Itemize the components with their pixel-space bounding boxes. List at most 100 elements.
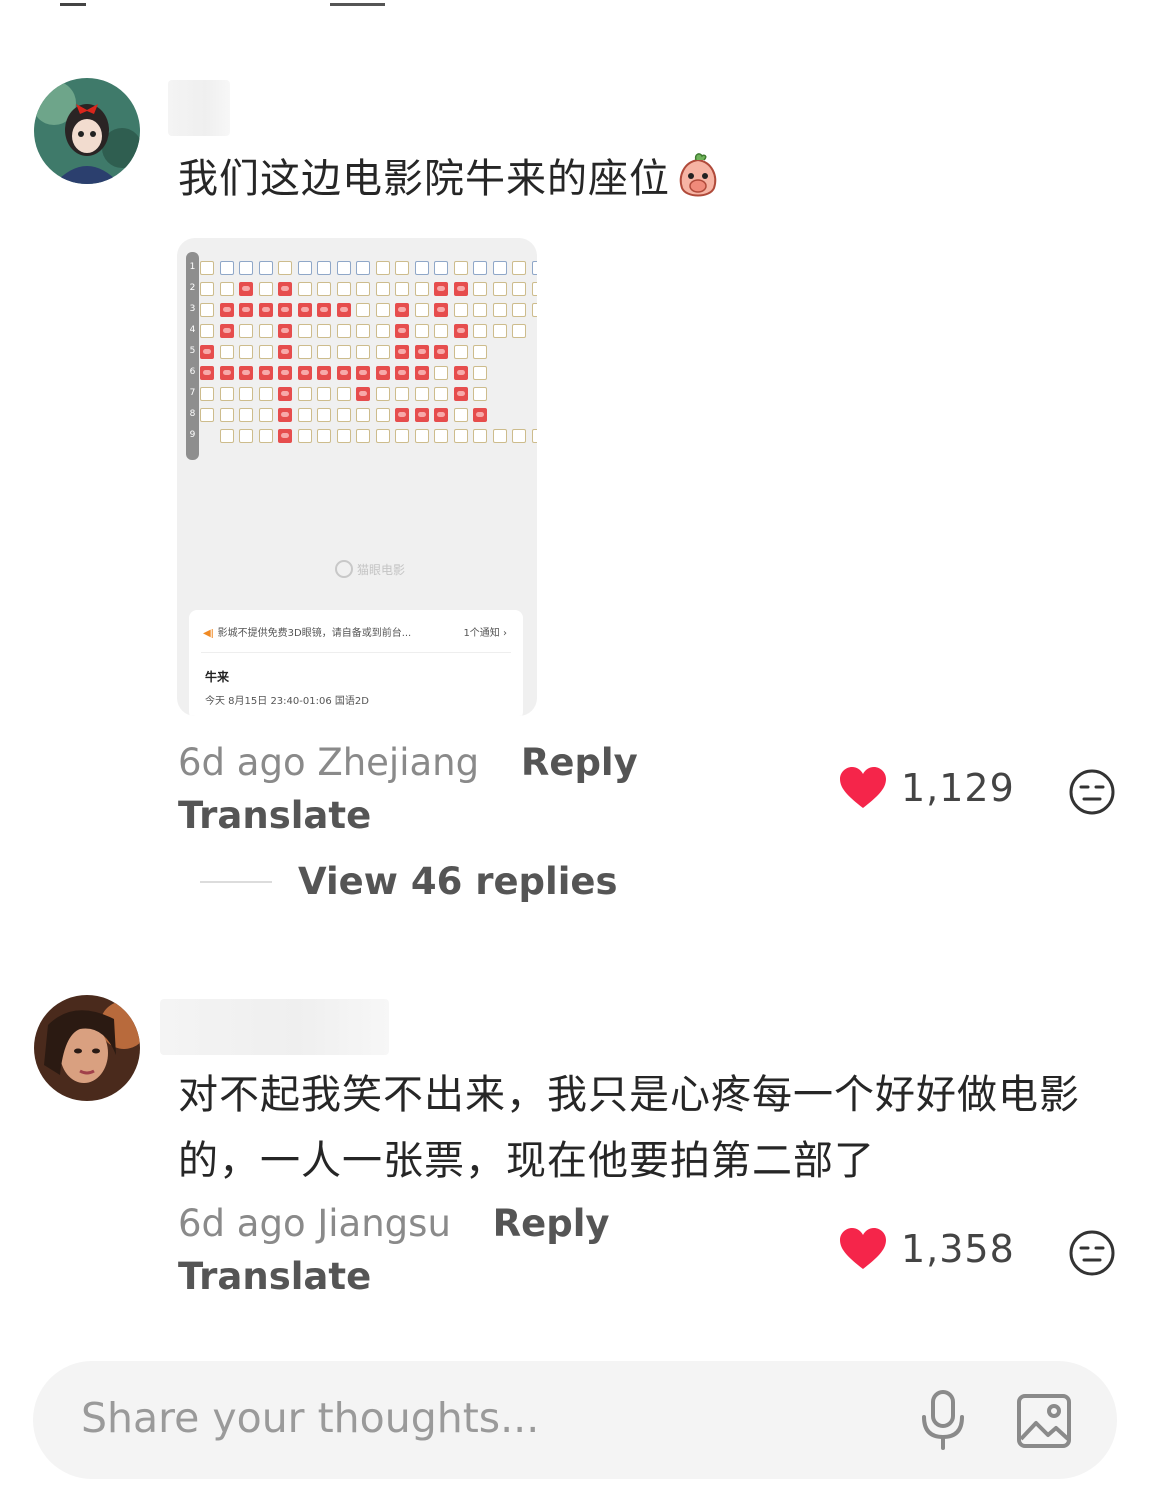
seat bbox=[219, 429, 234, 443]
sold-seat bbox=[336, 366, 351, 380]
seat bbox=[219, 282, 234, 296]
avatar[interactable] bbox=[34, 78, 140, 184]
seat bbox=[317, 429, 331, 443]
sold-seat bbox=[375, 366, 390, 380]
dislike-face-icon[interactable] bbox=[1068, 768, 1116, 816]
seat bbox=[512, 324, 526, 338]
seat bbox=[219, 387, 234, 401]
sold-seat bbox=[278, 324, 292, 338]
heart-icon bbox=[840, 1228, 886, 1269]
seat bbox=[219, 408, 234, 422]
sold-seat bbox=[434, 408, 448, 422]
sold-seat bbox=[434, 303, 448, 317]
sold-seat bbox=[317, 366, 331, 380]
microphone-icon[interactable] bbox=[918, 1389, 968, 1451]
seat bbox=[258, 429, 273, 443]
seat bbox=[336, 345, 351, 359]
seat bbox=[473, 303, 487, 317]
seat bbox=[434, 387, 448, 401]
translate-button[interactable]: Translate bbox=[178, 789, 638, 842]
sold-seat bbox=[219, 366, 234, 380]
seat bbox=[375, 261, 390, 275]
sold-seat bbox=[414, 408, 429, 422]
sold-seat bbox=[414, 345, 429, 359]
seat bbox=[434, 261, 448, 275]
sold-seat bbox=[473, 408, 487, 422]
sold-seat bbox=[395, 324, 409, 338]
comment-input-placeholder: Share your thoughts... bbox=[81, 1394, 540, 1442]
seat bbox=[239, 324, 253, 338]
sold-seat bbox=[395, 345, 409, 359]
sold-seat bbox=[434, 282, 448, 296]
seat bbox=[200, 261, 214, 275]
row-number: 3 bbox=[189, 304, 196, 314]
username-blurred[interactable] bbox=[168, 80, 230, 136]
seat bbox=[317, 282, 331, 296]
reply-button[interactable]: Reply bbox=[493, 1202, 610, 1245]
username-blurred[interactable] bbox=[160, 999, 389, 1055]
comment-input[interactable]: Share your thoughts... bbox=[33, 1361, 1117, 1479]
seat bbox=[297, 345, 312, 359]
view-replies-button[interactable]: View 46 replies bbox=[200, 860, 618, 903]
sold-seat bbox=[317, 303, 331, 317]
seat bbox=[336, 324, 351, 338]
sold-seat bbox=[278, 408, 292, 422]
seat bbox=[414, 387, 429, 401]
seat bbox=[356, 324, 370, 338]
seat bbox=[395, 282, 409, 296]
seat bbox=[219, 261, 234, 275]
seat bbox=[317, 324, 331, 338]
row-number: 1 bbox=[189, 262, 196, 272]
avatar[interactable] bbox=[34, 995, 140, 1101]
comment-time: 6d ago bbox=[178, 1202, 306, 1245]
sold-seat bbox=[434, 345, 448, 359]
heart-icon bbox=[840, 767, 886, 808]
seat bbox=[200, 282, 214, 296]
row-number: 6 bbox=[189, 367, 196, 377]
dislike-face-icon[interactable] bbox=[1068, 1229, 1116, 1277]
translate-button[interactable]: Translate bbox=[178, 1250, 610, 1303]
previous-content-cutoff bbox=[0, 0, 1149, 6]
seat bbox=[356, 282, 370, 296]
like-count: 1,129 bbox=[901, 766, 1015, 810]
seat bbox=[492, 429, 507, 443]
seat-map-image[interactable]: 1 2 3 4 5 6 7 8 9 猫眼电影 ◀ǀ 影城不提供免费3D眼镜，请自备或到前台... … bbox=[177, 238, 537, 716]
like-button[interactable]: 1,129 bbox=[839, 766, 1015, 810]
comment-text: 对不起我笑不出来，我只是心疼每一个好好做电影 的，一人一张票，现在他要拍第二部了 bbox=[178, 1072, 1080, 1184]
sold-seat bbox=[297, 303, 312, 317]
seat bbox=[531, 429, 537, 443]
seat bbox=[473, 345, 487, 359]
sold-seat bbox=[395, 408, 409, 422]
seat bbox=[453, 429, 468, 443]
comment-meta: 6d ago Jiangsu Reply Translate bbox=[178, 1197, 610, 1303]
seat bbox=[297, 429, 312, 443]
seat bbox=[239, 408, 253, 422]
row-number: 9 bbox=[189, 430, 196, 440]
seat bbox=[278, 261, 292, 275]
seat bbox=[336, 387, 351, 401]
seat bbox=[434, 366, 448, 380]
seat bbox=[375, 387, 390, 401]
like-button[interactable]: 1,358 bbox=[839, 1227, 1015, 1271]
seat bbox=[317, 387, 331, 401]
seat bbox=[492, 261, 507, 275]
seat bbox=[356, 429, 370, 443]
seat bbox=[453, 261, 468, 275]
seat bbox=[258, 261, 273, 275]
sold-seat bbox=[453, 387, 468, 401]
reply-button[interactable]: Reply bbox=[521, 741, 638, 784]
sold-seat bbox=[453, 282, 468, 296]
seat bbox=[531, 282, 537, 296]
sold-seat bbox=[453, 324, 468, 338]
seat bbox=[395, 261, 409, 275]
seat bbox=[356, 345, 370, 359]
seat bbox=[356, 261, 370, 275]
seat bbox=[336, 261, 351, 275]
seat bbox=[336, 408, 351, 422]
seat bbox=[414, 282, 429, 296]
sold-seat bbox=[258, 366, 273, 380]
speaker-icon: ◀ǀ bbox=[203, 628, 214, 639]
sold-seat bbox=[356, 366, 370, 380]
image-icon[interactable] bbox=[1016, 1393, 1072, 1449]
seat bbox=[453, 408, 468, 422]
